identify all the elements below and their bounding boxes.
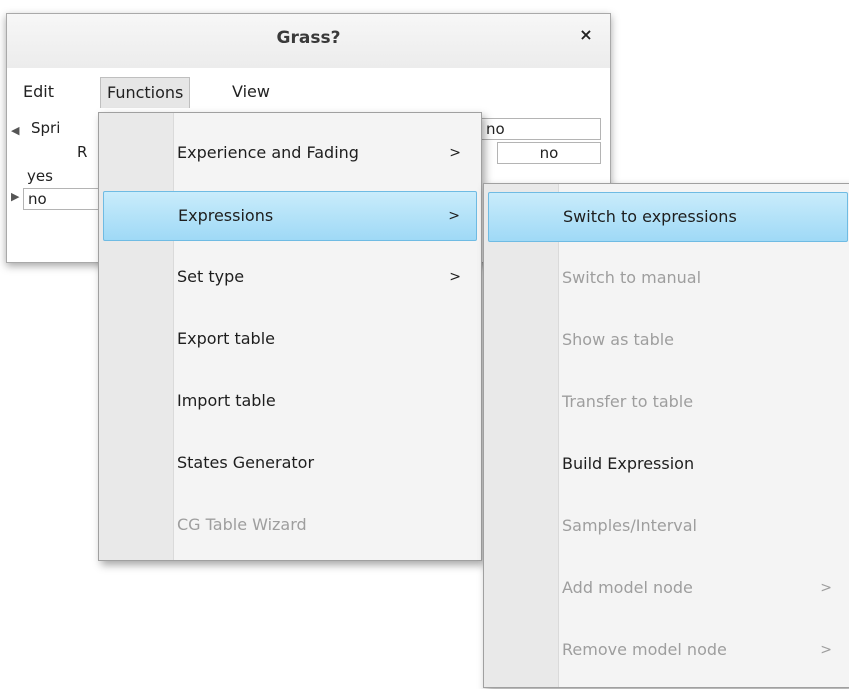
functions-menu-item[interactable]: States Generator (103, 439, 477, 487)
expressions-menu-item[interactable]: Samples/Interval (488, 502, 848, 550)
expressions-menu-item[interactable]: Add model node > (488, 564, 848, 612)
functions-menu-item-label: Experience and Fading (177, 143, 359, 162)
functions-menu-item[interactable]: Export table (103, 315, 477, 363)
menu-bar: Edit Functions View (7, 68, 610, 114)
expressions-menu-item-label: Add model node (562, 578, 693, 597)
functions-menu-item[interactable]: Set type > (103, 253, 477, 301)
scroll-left-icon[interactable]: ◀ (11, 124, 19, 137)
expressions-menu-item[interactable]: Transfer to table (488, 378, 848, 426)
close-icon[interactable]: × (576, 25, 596, 45)
header-no-cell-2[interactable]: no (497, 142, 601, 164)
menu-view[interactable]: View (226, 77, 276, 107)
expressions-menu-item-label: Transfer to table (562, 392, 694, 411)
functions-menu-item[interactable]: CG Table Wizard (103, 501, 477, 549)
submenu-arrow-icon: > (448, 208, 460, 224)
submenu-arrow-icon: > (449, 145, 461, 161)
functions-menu: Experience and Fading > Expressions > Set ty… (98, 112, 482, 561)
expressions-menu-item[interactable]: Remove model node > (488, 626, 848, 674)
functions-menu-item[interactable]: Experience and Fading > (103, 129, 477, 177)
expressions-menu-item[interactable]: Build Expression (488, 440, 848, 488)
header-label-1: Spri (31, 119, 61, 137)
menu-functions[interactable]: Functions (100, 77, 191, 108)
submenu-arrow-icon: > (820, 642, 832, 658)
submenu-arrow-icon: > (820, 580, 832, 596)
window-title: Grass? (276, 28, 341, 48)
functions-menu-item-label: Expressions (178, 206, 274, 225)
functions-menu-item[interactable]: Expressions > (103, 191, 477, 241)
title-bar[interactable]: Grass? × (7, 14, 610, 68)
functions-menu-item-label: CG Table Wizard (177, 515, 307, 534)
expressions-menu-item[interactable]: Switch to expressions (488, 192, 848, 242)
functions-menu-item-label: Export table (177, 329, 275, 348)
submenu-arrow-icon: > (449, 269, 461, 285)
menu-edit[interactable]: Edit (17, 77, 60, 107)
functions-menu-item-label: States Generator (177, 453, 315, 472)
row-yes-label: yes (27, 167, 53, 185)
expressions-menu-item[interactable]: Switch to manual (488, 254, 848, 302)
expressions-menu-item-label: Switch to expressions (563, 207, 737, 226)
expressions-menu-item-label: Switch to manual (562, 268, 702, 287)
expressions-menu-item[interactable]: Show as table (488, 316, 848, 364)
expressions-menu-item-label: Samples/Interval (562, 516, 697, 535)
functions-menu-item[interactable]: Import table (103, 377, 477, 425)
functions-menu-item-label: Set type (177, 267, 245, 286)
expressions-submenu: Switch to expressions Switch to manual Sho… (483, 183, 849, 688)
expressions-menu-item-label: Remove model node (562, 640, 727, 659)
functions-menu-item-label: Import table (177, 391, 276, 410)
row-no-cell[interactable]: no (23, 188, 109, 210)
header-label-2: R (77, 143, 88, 161)
expressions-menu-item-label: Build Expression (562, 454, 695, 473)
expressions-menu-item-label: Show as table (562, 330, 675, 349)
scroll-right-icon[interactable]: ▶ (11, 190, 19, 203)
